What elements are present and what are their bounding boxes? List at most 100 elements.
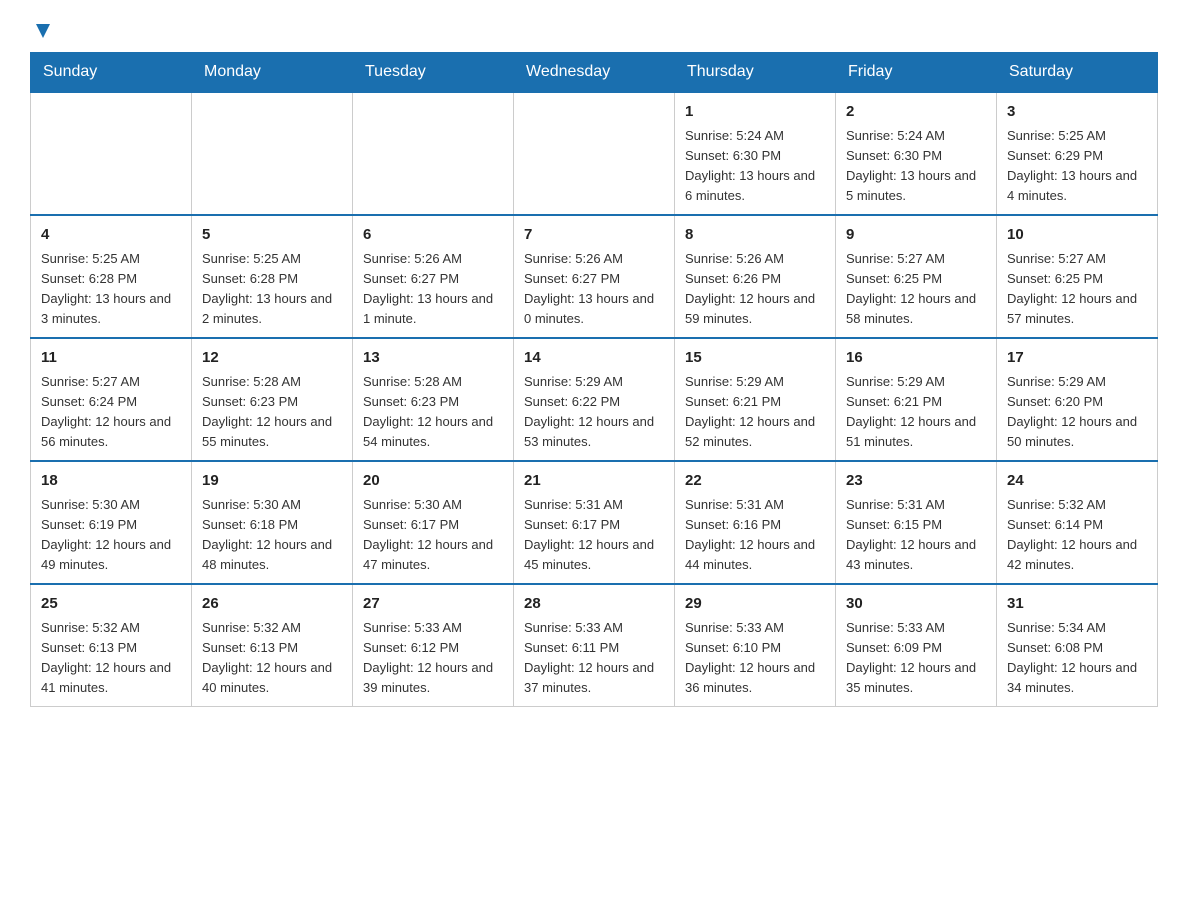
calendar-cell: 2Sunrise: 5:24 AM Sunset: 6:30 PM Daylig… — [836, 92, 997, 215]
day-number: 1 — [685, 101, 825, 124]
calendar-week-row: 1Sunrise: 5:24 AM Sunset: 6:30 PM Daylig… — [31, 92, 1158, 215]
day-info: Sunrise: 5:29 AM Sunset: 6:22 PM Dayligh… — [524, 372, 664, 453]
day-number: 14 — [524, 347, 664, 370]
day-info: Sunrise: 5:27 AM Sunset: 6:25 PM Dayligh… — [1007, 249, 1147, 330]
day-number: 2 — [846, 101, 986, 124]
day-number: 7 — [524, 224, 664, 247]
calendar-week-row: 4Sunrise: 5:25 AM Sunset: 6:28 PM Daylig… — [31, 215, 1158, 338]
day-info: Sunrise: 5:32 AM Sunset: 6:14 PM Dayligh… — [1007, 495, 1147, 576]
calendar-cell — [514, 92, 675, 215]
calendar-cell — [192, 92, 353, 215]
day-info: Sunrise: 5:29 AM Sunset: 6:20 PM Dayligh… — [1007, 372, 1147, 453]
weekday-header: Sunday — [31, 53, 192, 93]
day-info: Sunrise: 5:31 AM Sunset: 6:17 PM Dayligh… — [524, 495, 664, 576]
day-number: 31 — [1007, 593, 1147, 616]
day-info: Sunrise: 5:31 AM Sunset: 6:16 PM Dayligh… — [685, 495, 825, 576]
calendar-cell: 19Sunrise: 5:30 AM Sunset: 6:18 PM Dayli… — [192, 461, 353, 584]
day-number: 19 — [202, 470, 342, 493]
day-number: 26 — [202, 593, 342, 616]
day-number: 16 — [846, 347, 986, 370]
calendar-cell: 13Sunrise: 5:28 AM Sunset: 6:23 PM Dayli… — [353, 338, 514, 461]
day-info: Sunrise: 5:34 AM Sunset: 6:08 PM Dayligh… — [1007, 618, 1147, 699]
day-number: 21 — [524, 470, 664, 493]
calendar-cell: 5Sunrise: 5:25 AM Sunset: 6:28 PM Daylig… — [192, 215, 353, 338]
calendar-cell: 8Sunrise: 5:26 AM Sunset: 6:26 PM Daylig… — [675, 215, 836, 338]
calendar-cell — [353, 92, 514, 215]
day-number: 27 — [363, 593, 503, 616]
calendar-cell: 4Sunrise: 5:25 AM Sunset: 6:28 PM Daylig… — [31, 215, 192, 338]
calendar-cell: 25Sunrise: 5:32 AM Sunset: 6:13 PM Dayli… — [31, 584, 192, 707]
day-info: Sunrise: 5:24 AM Sunset: 6:30 PM Dayligh… — [846, 126, 986, 207]
calendar-cell: 9Sunrise: 5:27 AM Sunset: 6:25 PM Daylig… — [836, 215, 997, 338]
calendar-week-row: 18Sunrise: 5:30 AM Sunset: 6:19 PM Dayli… — [31, 461, 1158, 584]
day-info: Sunrise: 5:29 AM Sunset: 6:21 PM Dayligh… — [846, 372, 986, 453]
calendar-cell: 20Sunrise: 5:30 AM Sunset: 6:17 PM Dayli… — [353, 461, 514, 584]
calendar-cell: 12Sunrise: 5:28 AM Sunset: 6:23 PM Dayli… — [192, 338, 353, 461]
day-info: Sunrise: 5:28 AM Sunset: 6:23 PM Dayligh… — [363, 372, 503, 453]
calendar-cell: 30Sunrise: 5:33 AM Sunset: 6:09 PM Dayli… — [836, 584, 997, 707]
day-info: Sunrise: 5:27 AM Sunset: 6:25 PM Dayligh… — [846, 249, 986, 330]
day-number: 29 — [685, 593, 825, 616]
day-number: 9 — [846, 224, 986, 247]
calendar-cell: 18Sunrise: 5:30 AM Sunset: 6:19 PM Dayli… — [31, 461, 192, 584]
weekday-header: Friday — [836, 53, 997, 93]
day-number: 5 — [202, 224, 342, 247]
calendar-week-row: 25Sunrise: 5:32 AM Sunset: 6:13 PM Dayli… — [31, 584, 1158, 707]
day-info: Sunrise: 5:33 AM Sunset: 6:12 PM Dayligh… — [363, 618, 503, 699]
day-number: 13 — [363, 347, 503, 370]
calendar-cell: 29Sunrise: 5:33 AM Sunset: 6:10 PM Dayli… — [675, 584, 836, 707]
day-number: 10 — [1007, 224, 1147, 247]
day-info: Sunrise: 5:29 AM Sunset: 6:21 PM Dayligh… — [685, 372, 825, 453]
day-number: 18 — [41, 470, 181, 493]
day-number: 15 — [685, 347, 825, 370]
day-info: Sunrise: 5:25 AM Sunset: 6:28 PM Dayligh… — [41, 249, 181, 330]
day-number: 17 — [1007, 347, 1147, 370]
calendar-cell: 1Sunrise: 5:24 AM Sunset: 6:30 PM Daylig… — [675, 92, 836, 215]
day-info: Sunrise: 5:26 AM Sunset: 6:27 PM Dayligh… — [524, 249, 664, 330]
day-number: 12 — [202, 347, 342, 370]
day-number: 30 — [846, 593, 986, 616]
day-info: Sunrise: 5:32 AM Sunset: 6:13 PM Dayligh… — [41, 618, 181, 699]
weekday-header: Tuesday — [353, 53, 514, 93]
calendar-cell: 10Sunrise: 5:27 AM Sunset: 6:25 PM Dayli… — [997, 215, 1158, 338]
calendar-cell: 22Sunrise: 5:31 AM Sunset: 6:16 PM Dayli… — [675, 461, 836, 584]
calendar-cell: 6Sunrise: 5:26 AM Sunset: 6:27 PM Daylig… — [353, 215, 514, 338]
weekday-header-row: SundayMondayTuesdayWednesdayThursdayFrid… — [31, 53, 1158, 93]
page-header — [30, 20, 1158, 36]
day-info: Sunrise: 5:30 AM Sunset: 6:18 PM Dayligh… — [202, 495, 342, 576]
calendar-cell: 7Sunrise: 5:26 AM Sunset: 6:27 PM Daylig… — [514, 215, 675, 338]
day-number: 25 — [41, 593, 181, 616]
day-info: Sunrise: 5:33 AM Sunset: 6:11 PM Dayligh… — [524, 618, 664, 699]
logo — [30, 20, 54, 36]
calendar-cell: 24Sunrise: 5:32 AM Sunset: 6:14 PM Dayli… — [997, 461, 1158, 584]
day-number: 6 — [363, 224, 503, 247]
day-info: Sunrise: 5:32 AM Sunset: 6:13 PM Dayligh… — [202, 618, 342, 699]
calendar-cell: 14Sunrise: 5:29 AM Sunset: 6:22 PM Dayli… — [514, 338, 675, 461]
calendar-cell: 16Sunrise: 5:29 AM Sunset: 6:21 PM Dayli… — [836, 338, 997, 461]
day-number: 3 — [1007, 101, 1147, 124]
logo-triangle-icon — [32, 20, 54, 42]
calendar-cell: 21Sunrise: 5:31 AM Sunset: 6:17 PM Dayli… — [514, 461, 675, 584]
day-info: Sunrise: 5:33 AM Sunset: 6:09 PM Dayligh… — [846, 618, 986, 699]
day-info: Sunrise: 5:24 AM Sunset: 6:30 PM Dayligh… — [685, 126, 825, 207]
day-number: 24 — [1007, 470, 1147, 493]
calendar-cell: 23Sunrise: 5:31 AM Sunset: 6:15 PM Dayli… — [836, 461, 997, 584]
weekday-header: Thursday — [675, 53, 836, 93]
day-number: 23 — [846, 470, 986, 493]
calendar-cell: 3Sunrise: 5:25 AM Sunset: 6:29 PM Daylig… — [997, 92, 1158, 215]
weekday-header: Wednesday — [514, 53, 675, 93]
day-number: 20 — [363, 470, 503, 493]
calendar-cell: 28Sunrise: 5:33 AM Sunset: 6:11 PM Dayli… — [514, 584, 675, 707]
day-number: 8 — [685, 224, 825, 247]
calendar-cell: 27Sunrise: 5:33 AM Sunset: 6:12 PM Dayli… — [353, 584, 514, 707]
day-info: Sunrise: 5:26 AM Sunset: 6:26 PM Dayligh… — [685, 249, 825, 330]
day-info: Sunrise: 5:33 AM Sunset: 6:10 PM Dayligh… — [685, 618, 825, 699]
calendar-cell: 31Sunrise: 5:34 AM Sunset: 6:08 PM Dayli… — [997, 584, 1158, 707]
calendar-cell: 11Sunrise: 5:27 AM Sunset: 6:24 PM Dayli… — [31, 338, 192, 461]
day-info: Sunrise: 5:30 AM Sunset: 6:19 PM Dayligh… — [41, 495, 181, 576]
day-info: Sunrise: 5:25 AM Sunset: 6:29 PM Dayligh… — [1007, 126, 1147, 207]
weekday-header: Saturday — [997, 53, 1158, 93]
day-info: Sunrise: 5:30 AM Sunset: 6:17 PM Dayligh… — [363, 495, 503, 576]
day-number: 22 — [685, 470, 825, 493]
calendar-week-row: 11Sunrise: 5:27 AM Sunset: 6:24 PM Dayli… — [31, 338, 1158, 461]
